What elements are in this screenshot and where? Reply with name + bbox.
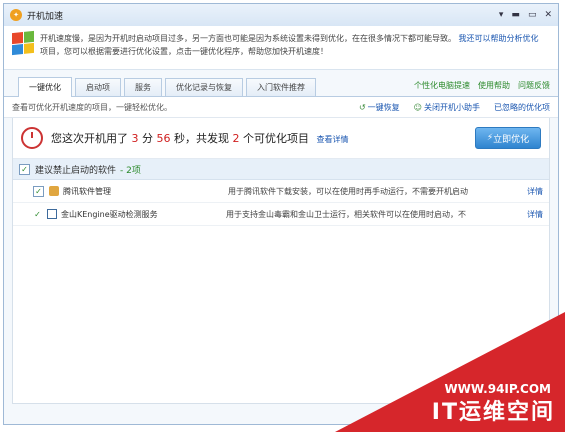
optimize-now-button[interactable]: ⚡ 立即优化: [475, 127, 541, 149]
group-count: - 2项: [120, 165, 141, 176]
stopwatch-icon: [21, 127, 43, 149]
restore-button[interactable]: ↺ 一键恢复: [359, 102, 400, 113]
feedback-link[interactable]: 问题反馈: [518, 80, 550, 91]
minutes-unit: 分: [142, 132, 153, 145]
row-detail-link[interactable]: 详情: [527, 209, 543, 220]
tab-software-recommend[interactable]: 入门软件推荐: [246, 78, 316, 96]
restore-icon: ↺: [358, 102, 366, 112]
tab-services[interactable]: 服务: [124, 78, 162, 96]
boot-minutes: 3: [131, 132, 139, 145]
scan-summary: 您这次开机用了 3 分 56 秒，共发现 2 个可优化项目 查看详情 ⚡ 立即优化: [13, 118, 549, 159]
toolbar-actions: ↺ 一键恢复 ☺ 关闭开机小助手 已忽略的优化项: [359, 102, 550, 113]
row-checkbox[interactable]: ✓: [33, 185, 44, 197]
summary-text: 您这次开机用了 3 分 56 秒，共发现 2 个可优化项目 查看详情: [51, 130, 349, 146]
table-row[interactable]: ✓ 腾讯软件管理 用于腾讯软件下载安装，可以在使用时再手动运行，不需要开机启动 …: [13, 180, 549, 203]
tab-links: 个性化电脑提速 使用帮助 问题反馈: [414, 80, 550, 91]
tab-one-click-optimize[interactable]: 一键优化: [18, 77, 72, 97]
helper-icon: ☺: [413, 102, 422, 112]
toolbar-description: 查看可优化开机速度的项目，一键轻松优化。: [12, 102, 172, 112]
title-bar: ✦ 开机加速 ▾ ▬ ▭ ✕: [4, 4, 558, 26]
row-description: 用于腾讯软件下载安装，可以在使用时再手动运行，不需要开机启动: [228, 186, 468, 196]
tab-bar: 一键优化 启动项 服务 优化记录与恢复 入门软件推荐 个性化电脑提速 使用帮助 …: [4, 76, 558, 97]
row-name: 腾讯软件管理: [63, 186, 111, 196]
window-title: 开机加速: [27, 11, 64, 22]
window-controls: ▾ ▬ ▭ ✕: [499, 10, 552, 20]
maximize-icon[interactable]: ▭: [528, 10, 537, 20]
banner-link[interactable]: 我还可以帮助分析优化: [459, 34, 539, 43]
menu-dropdown-icon[interactable]: ▾: [499, 10, 504, 20]
tab-restore[interactable]: 优化记录与恢复: [165, 78, 243, 96]
group-title: 建议禁止启动的软件: [35, 165, 117, 176]
windows-logo-icon: [12, 30, 34, 56]
info-banner: 开机速度慢，是因为开机时启动项目过多，另一方面也可能是因为系统设置未得到优化，在…: [4, 26, 558, 70]
close-helper-label: 关闭开机小助手: [424, 102, 480, 112]
watermark-text: IT运维空间: [431, 400, 555, 425]
tab-startup-items[interactable]: 启动项: [75, 78, 121, 96]
app-logo-icon: ✦: [10, 9, 22, 21]
ignored-items-link[interactable]: 已忽略的优化项: [494, 102, 550, 113]
group-checkbox[interactable]: ✓: [19, 163, 30, 175]
summary-prefix: 您这次开机用了: [51, 132, 128, 145]
row-description: 用于支持金山毒霸和金山卫士运行，相关软件可以在使用时启动，不…: [226, 209, 466, 219]
personalize-link[interactable]: 个性化电脑提速: [414, 80, 470, 91]
banner-line1: 开机速度慢，是因为开机时启动项目过多，另一方面也可能是因为系统设置未得到优化，在…: [40, 34, 456, 43]
seconds-unit: 秒，共发现: [174, 132, 229, 145]
banner-line2: 项目，您可以根据需要进行优化设置，点击一键优化程序，帮助您加快开机速度！: [40, 47, 328, 56]
toolbar: 查看可优化开机速度的项目，一键轻松优化。 ↺ 一键恢复 ☺ 关闭开机小助手 已忽略的…: [4, 97, 558, 118]
summary-suffix: 个可优化项目: [243, 132, 309, 145]
package-icon: [49, 186, 59, 196]
banner-text: 开机速度慢，是因为开机时启动项目过多，另一方面也可能是因为系统设置未得到优化，在…: [40, 32, 539, 63]
row-name: 金山KEngine驱动检测服务: [61, 209, 158, 219]
restore-label: 一键恢复: [367, 102, 400, 112]
boot-seconds: 56: [156, 132, 171, 145]
watermark: WWW.94IP.COM IT运维空间: [335, 312, 565, 432]
detail-link[interactable]: 查看详情: [317, 135, 349, 144]
row-detail-link[interactable]: 详情: [527, 186, 543, 197]
table-row[interactable]: ✓ 金山KEngine驱动检测服务 用于支持金山毒霸和金山卫士运行，相关软件可以…: [13, 203, 549, 226]
item-count: 2: [232, 132, 240, 145]
close-icon[interactable]: ✕: [544, 10, 552, 20]
group-header[interactable]: ✓ 建议禁止启动的软件 - 2项: [13, 159, 549, 180]
row-checkbox[interactable]: ✓: [33, 209, 42, 219]
help-link[interactable]: 使用帮助: [478, 80, 510, 91]
close-helper-button[interactable]: ☺ 关闭开机小助手: [414, 102, 480, 113]
minimize-icon[interactable]: ▬: [511, 10, 520, 20]
window-app-icon: [47, 209, 57, 219]
optimize-now-label: 立即优化: [493, 134, 530, 145]
